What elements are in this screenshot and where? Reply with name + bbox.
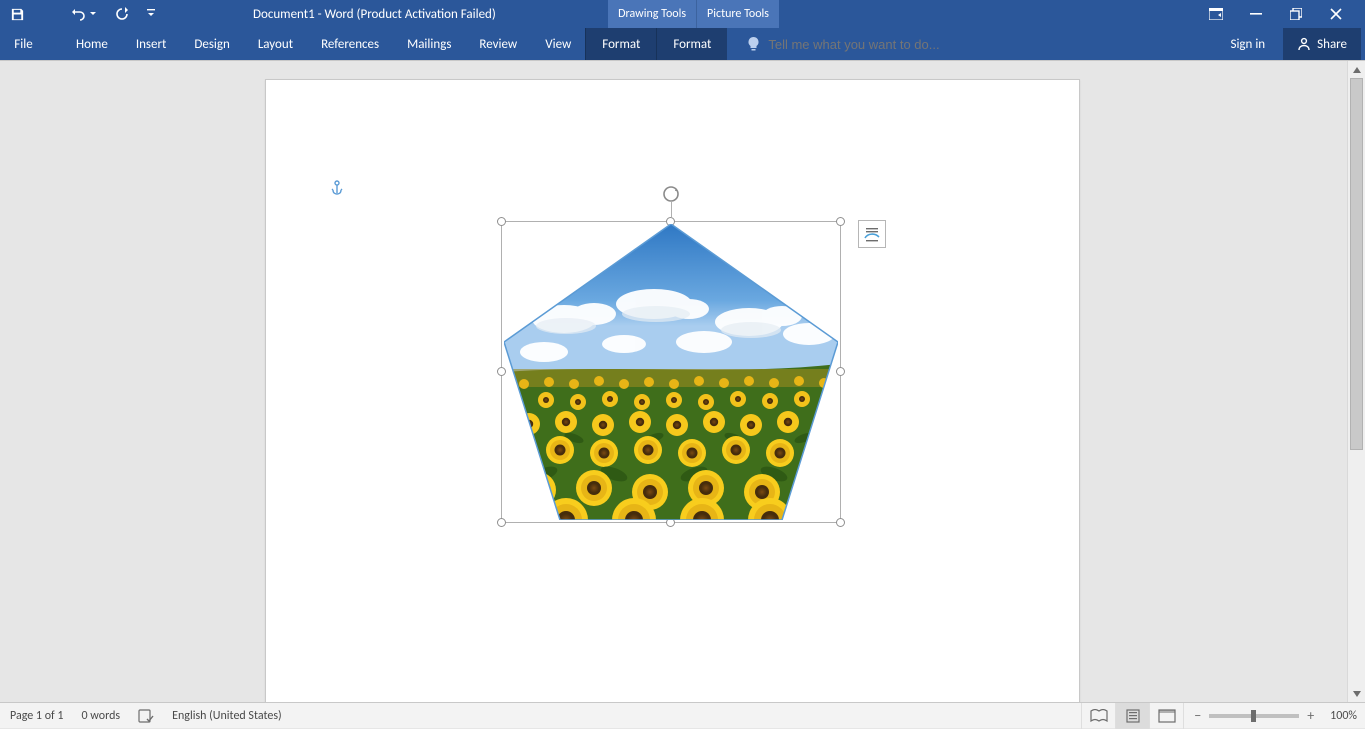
scroll-thumb[interactable] [1350, 78, 1363, 450]
tab-format-drawing[interactable]: Format [585, 28, 656, 60]
picture-tools-tab-header: Picture Tools [696, 0, 779, 28]
zoom-slider-knob[interactable] [1251, 710, 1256, 722]
tab-format-picture[interactable]: Format [656, 28, 727, 60]
share-icon [1297, 37, 1311, 51]
zoom-percentage[interactable]: 100% [1324, 709, 1357, 723]
proofing-icon[interactable] [138, 709, 154, 723]
redo-icon[interactable] [115, 7, 129, 21]
tab-view[interactable]: View [531, 28, 585, 60]
ribbon-tabs: Home Insert Design Layout References Mai… [48, 28, 585, 60]
layout-options-icon [863, 225, 881, 243]
zoom-slider[interactable] [1209, 714, 1299, 718]
status-language[interactable]: English (United States) [172, 709, 282, 723]
tab-insert[interactable]: Insert [122, 28, 181, 60]
tab-home[interactable]: Home [48, 28, 122, 60]
status-word-count[interactable]: 0 words [82, 709, 121, 723]
ribbon: File Home Insert Design Layout Reference… [0, 28, 1365, 61]
view-web-layout[interactable] [1149, 703, 1183, 729]
workspace [0, 61, 1365, 702]
file-tab[interactable]: File [0, 28, 48, 60]
view-print-layout[interactable] [1115, 703, 1149, 729]
document-title: Document1 - Word (Product Activation Fai… [155, 0, 608, 28]
scroll-up-icon[interactable] [1348, 61, 1365, 78]
scroll-down-icon[interactable] [1348, 685, 1365, 702]
scroll-track[interactable] [1348, 78, 1365, 685]
pentagon-picture[interactable] [504, 224, 838, 520]
layout-options-button[interactable] [858, 220, 886, 248]
titlebar: Document1 - Word (Product Activation Fai… [0, 0, 1365, 28]
rotation-stick [671, 202, 672, 217]
zoom-in-button[interactable]: + [1307, 707, 1314, 724]
tab-mailings[interactable]: Mailings [393, 28, 465, 60]
restore-icon[interactable] [1289, 8, 1303, 20]
tab-layout[interactable]: Layout [244, 28, 307, 60]
tell-me-search[interactable] [727, 28, 1220, 60]
view-read-mode[interactable] [1081, 703, 1115, 729]
zoom-controls: − + [1183, 703, 1324, 729]
drawing-tools-tab-header: Drawing Tools [608, 0, 696, 28]
tab-references[interactable]: References [307, 28, 393, 60]
close-icon[interactable] [1329, 8, 1343, 20]
tab-design[interactable]: Design [180, 28, 243, 60]
document-page[interactable] [265, 79, 1080, 702]
undo-button[interactable] [71, 7, 97, 21]
qat-customize-icon[interactable] [147, 9, 155, 19]
tab-review[interactable]: Review [465, 28, 531, 60]
share-label: Share [1317, 37, 1347, 52]
sign-in-link[interactable]: Sign in [1220, 37, 1275, 52]
status-bar: Page 1 of 1 0 words English (United Stat… [0, 702, 1365, 728]
anchor-icon [330, 180, 344, 200]
quick-access-toolbar [0, 0, 155, 28]
status-page[interactable]: Page 1 of 1 [10, 709, 64, 723]
rotation-handle[interactable] [661, 184, 681, 204]
selection-bounding-box[interactable] [501, 221, 841, 523]
lightbulb-icon [747, 37, 760, 52]
minimize-icon[interactable] [1249, 8, 1263, 20]
tell-me-input[interactable] [768, 37, 1048, 52]
vertical-scrollbar[interactable] [1347, 61, 1365, 702]
share-button[interactable]: Share [1283, 28, 1361, 60]
ribbon-display-options-icon[interactable] [1209, 8, 1223, 20]
window-controls [1199, 0, 1365, 28]
save-icon[interactable] [10, 7, 25, 22]
chevron-down-icon[interactable] [89, 10, 97, 18]
contextual-tool-tabs: Drawing Tools Picture Tools [608, 0, 779, 28]
zoom-out-button[interactable]: − [1194, 707, 1201, 724]
